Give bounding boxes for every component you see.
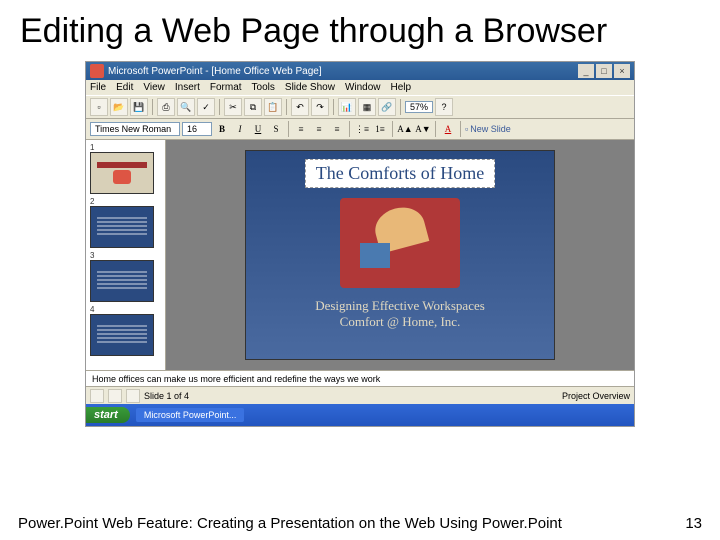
slide-graphic[interactable] [340,198,460,288]
notes-pane[interactable]: Home offices can make us more efficient … [86,370,634,386]
menu-insert[interactable]: Insert [175,82,200,93]
print-icon[interactable]: ⎙ [157,98,175,116]
page-number: 13 [685,515,702,532]
thumbnail-2[interactable]: 2 [90,197,161,248]
shadow-button[interactable]: S [268,121,284,137]
thumbnail-3[interactable]: 3 [90,251,161,302]
slideshow-view-icon[interactable] [126,389,140,403]
footer-text: Power.Point Web Feature: Creating a Pres… [18,515,562,532]
redo-icon[interactable]: ↷ [311,98,329,116]
underline-button[interactable]: U [250,121,266,137]
menu-slideshow[interactable]: Slide Show [285,82,335,93]
formatting-toolbar: Times New Roman 16 B I U S ≡ ≡ ≡ ⋮≡ 1≡ A… [86,119,634,140]
align-right-icon[interactable]: ≡ [329,121,345,137]
new-icon[interactable]: ▫ [90,98,108,116]
help-icon[interactable]: ? [435,98,453,116]
window-title: Microsoft PowerPoint - [Home Office Web … [108,66,322,77]
menu-format[interactable]: Format [210,82,242,93]
new-slide-button[interactable]: ▫ New Slide [465,124,511,134]
preview-icon[interactable]: 🔍 [177,98,195,116]
slide-subtitle-1[interactable]: Designing Effective Workspaces [315,298,485,314]
menu-tools[interactable]: Tools [252,82,275,93]
menu-bar: File Edit View Insert Format Tools Slide… [86,80,634,95]
paste-icon[interactable]: 📋 [264,98,282,116]
copy-icon[interactable]: ⧉ [244,98,262,116]
drawing-toolbar: Slide 1 of 4 Project Overview [86,386,634,404]
normal-view-icon[interactable] [90,389,104,403]
numbering-icon[interactable]: 1≡ [372,121,388,137]
status-template: Project Overview [562,391,630,401]
start-button[interactable]: start [86,407,130,423]
chart-icon[interactable]: 📊 [338,98,356,116]
slide-subtitle-2[interactable]: Comfort @ Home, Inc. [340,314,461,330]
slide-title-text[interactable]: The Comforts of Home [305,159,495,188]
decrease-font-icon[interactable]: A▼ [415,121,431,137]
thumbnail-1[interactable]: 1 [90,143,161,194]
menu-edit[interactable]: Edit [116,82,133,93]
font-selector[interactable]: Times New Roman [90,122,180,136]
zoom-selector[interactable]: 57% [405,101,433,113]
window-titlebar: Microsoft PowerPoint - [Home Office Web … [86,62,634,80]
app-icon [90,64,104,78]
cut-icon[interactable]: ✂ [224,98,242,116]
maximize-button[interactable]: □ [596,64,612,78]
table-icon[interactable]: ▦ [358,98,376,116]
page-title: Editing a Web Page through a Browser [0,0,720,61]
slide-editor[interactable]: The Comforts of Home Designing Effective… [166,140,634,370]
bullets-icon[interactable]: ⋮≡ [354,121,370,137]
open-icon[interactable]: 📂 [110,98,128,116]
menu-view[interactable]: View [143,82,165,93]
current-slide: The Comforts of Home Designing Effective… [245,150,555,360]
hyperlink-icon[interactable]: 🔗 [378,98,396,116]
undo-icon[interactable]: ↶ [291,98,309,116]
sorter-view-icon[interactable] [108,389,122,403]
menu-window[interactable]: Window [345,82,381,93]
spell-icon[interactable]: ✓ [197,98,215,116]
increase-font-icon[interactable]: A▲ [397,121,413,137]
windows-taskbar: start Microsoft PowerPoint... [86,404,634,426]
page-footer: Power.Point Web Feature: Creating a Pres… [0,515,720,532]
italic-button[interactable]: I [232,121,248,137]
save-icon[interactable]: 💾 [130,98,148,116]
bold-button[interactable]: B [214,121,230,137]
fontsize-selector[interactable]: 16 [182,122,212,136]
minimize-button[interactable]: _ [578,64,594,78]
close-button[interactable]: × [614,64,630,78]
font-color-icon[interactable]: A [440,121,456,137]
align-left-icon[interactable]: ≡ [293,121,309,137]
thumbnail-4[interactable]: 4 [90,305,161,356]
powerpoint-window: Microsoft PowerPoint - [Home Office Web … [85,61,635,427]
standard-toolbar: ▫ 📂 💾 ⎙ 🔍 ✓ ✂ ⧉ 📋 ↶ ↷ 📊 ▦ 🔗 57% ? [86,95,634,119]
menu-file[interactable]: File [90,82,106,93]
slide-thumbnails-panel: 1 2 3 4 [86,140,166,370]
status-slide: Slide 1 of 4 [144,391,189,401]
menu-help[interactable]: Help [391,82,412,93]
taskbar-item[interactable]: Microsoft PowerPoint... [136,408,245,422]
align-center-icon[interactable]: ≡ [311,121,327,137]
workspace: 1 2 3 4 The Comforts of Home Designing E… [86,140,634,370]
